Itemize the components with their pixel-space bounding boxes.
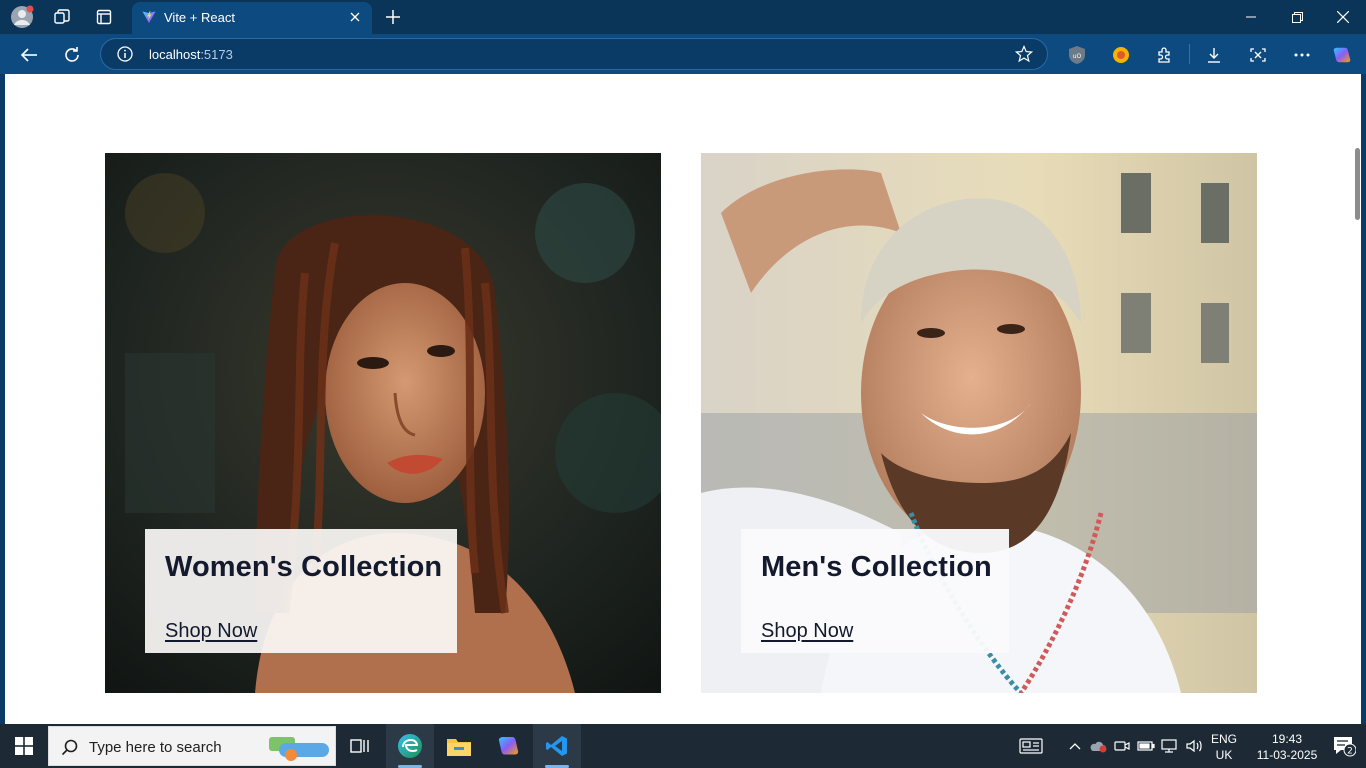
keyboard-layout: UK [1215,748,1233,762]
mens-collection-overlay: Men's Collection Shop Now [741,529,1009,653]
restore-button[interactable] [1274,0,1320,34]
downloads-icon[interactable] [1204,45,1224,65]
copilot-icon[interactable] [1332,45,1352,65]
clock-date: 11-03-2025 [1256,748,1318,762]
notification-count: 2 [1347,747,1353,757]
extension-badge-icon[interactable] [1111,45,1131,65]
folder-icon [447,739,471,756]
taskbar-search-box[interactable]: Type here to search [48,726,336,766]
tab-vite-react[interactable]: Vite + React [132,2,372,34]
search-placeholder: Type here to search [89,739,222,756]
toolbar-divider [1189,44,1190,64]
system-clock[interactable]: 19:43 11-03-2025 [1252,731,1322,763]
tab-title: Vite + React [164,10,235,25]
taskbar-file-explorer-button[interactable] [435,724,483,768]
clock-time: 19:43 [1271,732,1303,746]
screenshot-icon[interactable] [1248,45,1268,65]
show-hidden-icons-chevron-up-icon[interactable] [1066,724,1084,768]
news-widget-icon[interactable] [1016,724,1046,768]
edge-icon [398,734,422,758]
taskbar-edge-button[interactable] [386,724,434,768]
network-icon[interactable] [1160,724,1180,768]
womens-collection-card[interactable]: Women's Collection Shop Now [105,153,661,693]
card-title: Men's Collection [761,551,992,583]
taskbar-vscode-button[interactable] [533,724,581,768]
close-window-button[interactable] [1320,0,1366,34]
tab-close-icon[interactable] [346,8,364,26]
url-port: :5173 [200,47,233,62]
task-view-button[interactable] [336,724,384,768]
task-view-icon [350,739,369,753]
search-icon [61,739,78,756]
taskbar-copilot-button[interactable] [484,724,532,768]
vertical-tabs-icon[interactable] [92,6,116,28]
card-title: Women's Collection [165,551,443,583]
refresh-button[interactable] [59,42,85,68]
mens-collection-card[interactable]: Men's Collection Shop Now [701,153,1257,693]
language-code: ENG [1210,732,1237,746]
input-language-indicator[interactable]: ENG UK [1206,731,1242,763]
shop-now-link[interactable]: Shop Now [761,620,853,643]
extensions-puzzle-icon[interactable] [1155,45,1175,65]
copilot-app-icon [498,737,519,755]
page-scrollbar[interactable] [1353,74,1361,724]
url-text: localhost:5173 [149,47,233,62]
svg-text:uO: uO [1073,53,1082,60]
windows-logo-icon [15,737,33,755]
ublock-extension-icon[interactable]: uO [1067,45,1087,65]
tab-strip: Vite + React [0,0,1366,34]
workspaces-icon[interactable] [50,6,74,28]
back-button[interactable] [16,42,42,68]
notifications-icon: 2 [1334,737,1356,757]
page-viewport: Women's Collection Shop Now Men's Collec… [5,74,1361,724]
vscode-icon [546,736,567,756]
windows-taskbar: Type here to search ENG UK 19:43 11-03-2… [0,724,1366,768]
scrollbar-thumb[interactable] [1355,148,1360,220]
minimize-button[interactable] [1228,0,1274,34]
volume-icon[interactable] [1184,724,1204,768]
search-highlight-art-icon [269,737,329,761]
browser-toolbar: localhost:5173 uO [0,34,1366,74]
start-button[interactable] [0,724,48,768]
site-info-icon[interactable] [117,46,133,62]
onedrive-error-icon[interactable] [1088,724,1108,768]
meet-now-icon[interactable] [1112,724,1132,768]
profile-avatar-icon[interactable] [10,5,34,28]
battery-icon[interactable] [1136,724,1156,768]
favorite-star-icon[interactable] [1015,45,1033,63]
url-host: localhost [149,47,201,62]
address-bar[interactable]: localhost:5173 [100,38,1048,70]
womens-collection-overlay: Women's Collection Shop Now [145,529,457,653]
more-options-icon[interactable] [1292,45,1312,65]
shop-now-link[interactable]: Shop Now [165,620,257,643]
vite-favicon-icon [142,11,156,23]
notification-center-button[interactable]: 2 [1322,724,1366,768]
new-tab-button[interactable] [382,6,404,28]
